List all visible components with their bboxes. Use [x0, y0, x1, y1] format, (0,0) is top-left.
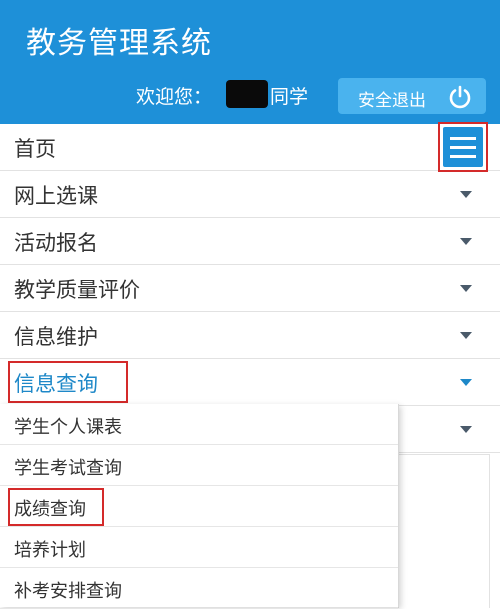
menu-item-label: 活动报名 [14, 231, 98, 255]
content-panel [398, 454, 490, 608]
app-header: 教务管理系统 欢迎您： 同学 安全退出 [0, 0, 500, 124]
dropdown-item-label: 学生考试查询 [14, 458, 122, 479]
menu-item-label: 首页 [14, 137, 56, 161]
menu-item-label: 信息维护 [14, 325, 98, 349]
welcome-suffix: 同学 [270, 86, 309, 108]
dropdown-item-exam-query[interactable]: 学生考试查询 [0, 445, 398, 486]
menu-item-activity-signup[interactable]: 活动报名 [0, 218, 500, 265]
redacted-username [226, 80, 268, 108]
app-title: 教务管理系统 [26, 26, 212, 61]
logout-button[interactable]: 安全退出 [338, 78, 486, 114]
menu-item-info-maintenance[interactable]: 信息维护 [0, 312, 500, 359]
logout-label: 安全退出 [358, 91, 426, 111]
caret-down-icon [460, 285, 472, 292]
hamburger-line [450, 137, 476, 140]
hamburger-line [450, 146, 476, 149]
hamburger-line [450, 155, 476, 158]
caret-down-icon [460, 332, 472, 339]
dropdown-item-personal-timetable[interactable]: 学生个人课表 [0, 404, 398, 445]
dropdown-item-training-plan[interactable]: 培养计划 [0, 527, 398, 568]
welcome-text: 欢迎您： [136, 86, 213, 108]
caret-down-icon [460, 426, 472, 433]
hamburger-menu-icon[interactable] [443, 127, 483, 167]
menu-item-label: 教学质量评价 [14, 278, 140, 302]
menu-item-home[interactable]: 首页 [0, 124, 500, 171]
dropdown-item-makeup-exam-query[interactable]: 补考安排查询 [0, 568, 398, 609]
menu-item-teaching-evaluation[interactable]: 教学质量评价 [0, 265, 500, 312]
menu-item-course-selection[interactable]: 网上选课 [0, 171, 500, 218]
caret-down-icon [460, 191, 472, 198]
highlight-box [8, 488, 104, 526]
dropdown-item-label: 补考安排查询 [14, 581, 122, 602]
caret-down-icon [460, 379, 472, 386]
dropdown-item-label: 学生个人课表 [14, 417, 122, 438]
caret-down-icon [460, 238, 472, 245]
menu-item-label: 网上选课 [14, 184, 98, 208]
dropdown-item-label: 培养计划 [14, 540, 86, 561]
power-icon [449, 85, 471, 109]
highlight-box [8, 361, 128, 403]
